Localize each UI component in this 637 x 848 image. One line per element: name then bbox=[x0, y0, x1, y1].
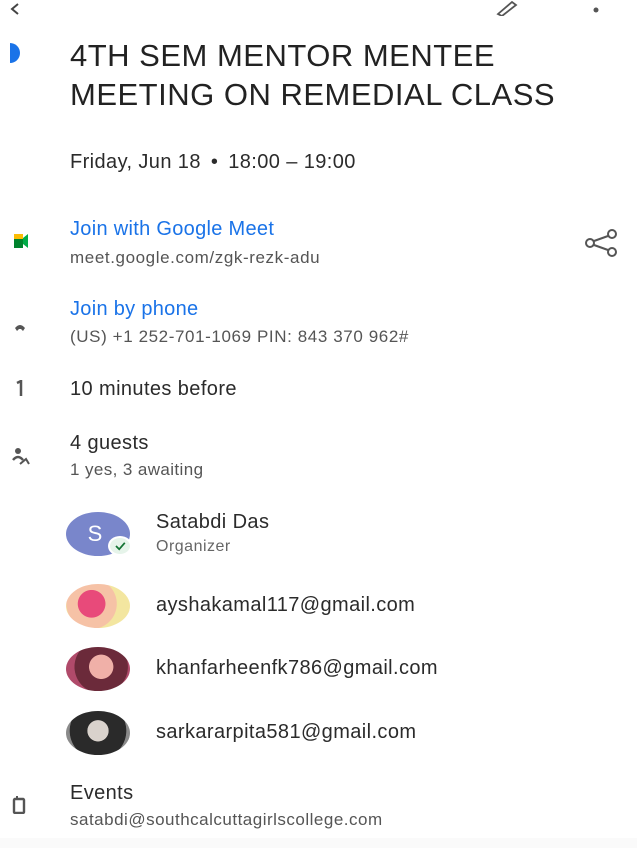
guest-email[interactable]: ayshakamal117@gmail.com bbox=[156, 594, 415, 617]
share-icon[interactable] bbox=[584, 228, 618, 258]
pencil-icon[interactable] bbox=[494, 0, 518, 16]
calendar-icon bbox=[12, 796, 26, 814]
check-icon bbox=[108, 536, 132, 556]
organizer-name[interactable]: Satabdi Das bbox=[156, 511, 269, 534]
organizer-initial: S bbox=[87, 521, 103, 546]
reminder-text: 10 minutes before bbox=[70, 378, 237, 400]
organizer-role: Organizer bbox=[156, 538, 231, 555]
event-date: Friday, Jun 18 bbox=[70, 151, 201, 173]
guests-count[interactable]: 4 guests bbox=[70, 432, 149, 455]
event-datetime: Friday, Jun 18 • 18:00 – 19:00 bbox=[70, 151, 356, 174]
google-meet-icon bbox=[14, 234, 28, 248]
bell-icon bbox=[16, 380, 23, 396]
calendar-name: Events bbox=[70, 782, 134, 804]
more-vert-icon[interactable] bbox=[592, 6, 600, 14]
event-title: 4TH SEM MENTOR MENTEE MEETING ON REMEDIA… bbox=[70, 38, 556, 112]
calendar-owner-email: satabdi@southcalcuttagirlscollege.com bbox=[70, 810, 383, 829]
phone-details: (US) +1 252-701-1069 PIN: 843 370 962# bbox=[70, 327, 409, 346]
bottom-divider bbox=[0, 838, 637, 848]
guest-email[interactable]: khanfarheenfk786@gmail.com bbox=[156, 657, 438, 680]
join-by-phone-link[interactable]: Join by phone bbox=[70, 298, 198, 321]
avatar[interactable] bbox=[66, 647, 130, 691]
datetime-separator: • bbox=[210, 151, 219, 173]
back-arrow-icon[interactable] bbox=[8, 2, 22, 16]
guest-email[interactable]: sarkararpita581@gmail.com bbox=[156, 721, 416, 744]
avatar[interactable] bbox=[66, 711, 130, 755]
join-google-meet-link[interactable]: Join with Google Meet bbox=[70, 218, 274, 241]
event-time-range: 18:00 – 19:00 bbox=[228, 151, 356, 173]
avatar[interactable] bbox=[66, 584, 130, 628]
event-color-indicator bbox=[10, 43, 20, 63]
guests-status: 1 yes, 3 awaiting bbox=[70, 460, 204, 479]
people-icon bbox=[12, 448, 30, 465]
phone-icon bbox=[15, 325, 25, 331]
meet-url: meet.google.com/zgk-rezk-adu bbox=[70, 248, 321, 267]
